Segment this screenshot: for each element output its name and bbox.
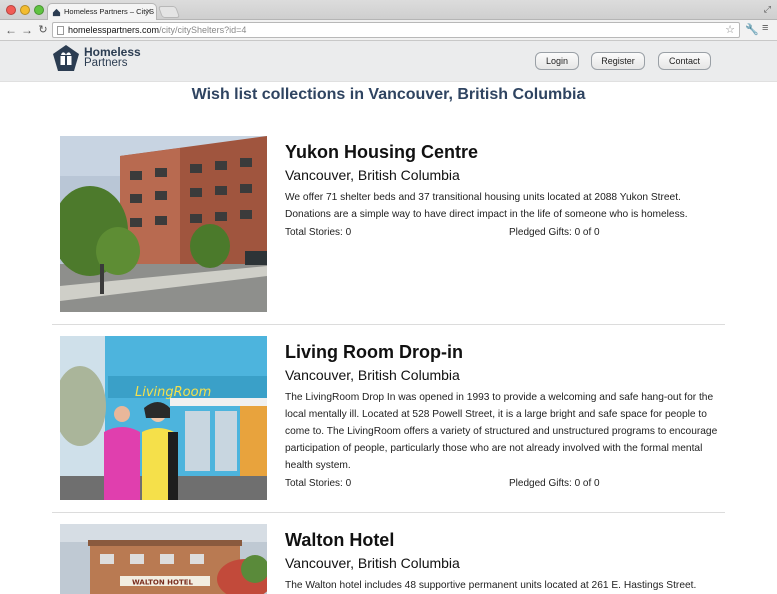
url-host: homelesspartners.com: [68, 25, 160, 35]
tab-close-icon[interactable]: ✕: [145, 7, 152, 16]
shelter-name-link[interactable]: Walton Hotel: [285, 529, 725, 551]
browser-toolbar: ← → ↻ homelesspartners.com/city/cityShel…: [0, 20, 777, 41]
login-button[interactable]: Login: [535, 52, 579, 70]
fullscreen-icon[interactable]: ⤢: [764, 4, 771, 15]
shelter-stats: Total Stories: 0 Pledged Gifts: 0 of 0: [285, 227, 725, 243]
minimize-window-button[interactable]: [20, 5, 30, 15]
contact-button[interactable]: Contact: [658, 52, 711, 70]
page-icon: [57, 26, 64, 35]
close-window-button[interactable]: [6, 5, 16, 15]
register-button[interactable]: Register: [591, 52, 645, 70]
reload-icon[interactable]: ↻: [36, 22, 50, 38]
site-header: Homeless Partners Login Register Contact: [0, 41, 777, 82]
wrench-icon[interactable]: 🔧: [745, 23, 759, 36]
shelter-photo[interactable]: LivingRoom: [60, 336, 267, 500]
menu-icon[interactable]: ≡: [762, 22, 768, 34]
shelter-city: Vancouver, British Columbia: [285, 555, 460, 571]
shelter-card: WALTON HOTEL Walton Hotel Vancouver, Bri…: [60, 524, 725, 594]
pledged-gifts: Pledged Gifts: 0 of 0: [509, 227, 600, 238]
shelter-card: LivingRoom Living Room Drop-in Vancouver…: [60, 336, 725, 500]
logo-wordmark[interactable]: Homeless Partners: [84, 46, 141, 69]
shelter-city: Vancouver, British Columbia: [285, 167, 460, 183]
total-stories: Total Stories: 0: [285, 227, 352, 238]
forward-arrow-icon[interactable]: →: [20, 22, 34, 38]
shelter-info: Walton Hotel Vancouver, British Columbia…: [285, 524, 725, 594]
shelter-city: Vancouver, British Columbia: [285, 367, 460, 383]
shelter-description: We offer 71 shelter beds and 37 transiti…: [285, 192, 688, 220]
shelter-info: Living Room Drop-in Vancouver, British C…: [285, 336, 725, 494]
address-bar[interactable]: homelesspartners.com/city/cityShelters?i…: [52, 22, 740, 38]
zoom-window-button[interactable]: [34, 5, 44, 15]
logo-line2: Partners: [84, 57, 128, 69]
url-path: /city/cityShelters?id=4: [159, 25, 247, 35]
card-divider: [52, 512, 725, 513]
house-favicon-icon: [52, 8, 61, 17]
shelter-photo[interactable]: [60, 136, 267, 312]
logo-house-icon[interactable]: [52, 44, 80, 72]
tab-title: Homeless Partners – CityS: [64, 7, 155, 16]
shelter-name-link[interactable]: Yukon Housing Centre: [285, 141, 725, 163]
shelter-photo[interactable]: WALTON HOTEL: [60, 524, 267, 594]
pledged-gifts: Pledged Gifts: 0 of 0: [509, 478, 600, 489]
bookmark-star-icon[interactable]: ☆: [725, 23, 735, 37]
new-tab-button[interactable]: [157, 6, 181, 18]
photo-sign-text: WALTON HOTEL: [132, 579, 194, 587]
shelter-description: The LivingRoom Drop In was opened in 199…: [285, 392, 718, 471]
shelter-card: Yukon Housing Centre Vancouver, British …: [60, 136, 725, 312]
shelter-name-link[interactable]: Living Room Drop-in: [285, 341, 725, 363]
shelter-stats: Total Stories: 0 Pledged Gifts: 0 of 0: [285, 478, 725, 494]
back-arrow-icon[interactable]: ←: [4, 22, 18, 38]
photo-sign-text: LivingRoom: [135, 385, 211, 400]
total-stories: Total Stories: 0: [285, 478, 352, 489]
browser-tabstrip: Homeless Partners – CityS ✕ ⤢: [0, 0, 777, 20]
browser-tab[interactable]: Homeless Partners – CityS ✕: [47, 3, 157, 20]
shelter-description: The Walton hotel includes 48 supportive …: [285, 580, 697, 591]
page-title: Wish list collections in Vancouver, Brit…: [191, 86, 586, 103]
shelter-info: Yukon Housing Centre Vancouver, British …: [285, 136, 725, 243]
card-divider: [52, 324, 725, 325]
